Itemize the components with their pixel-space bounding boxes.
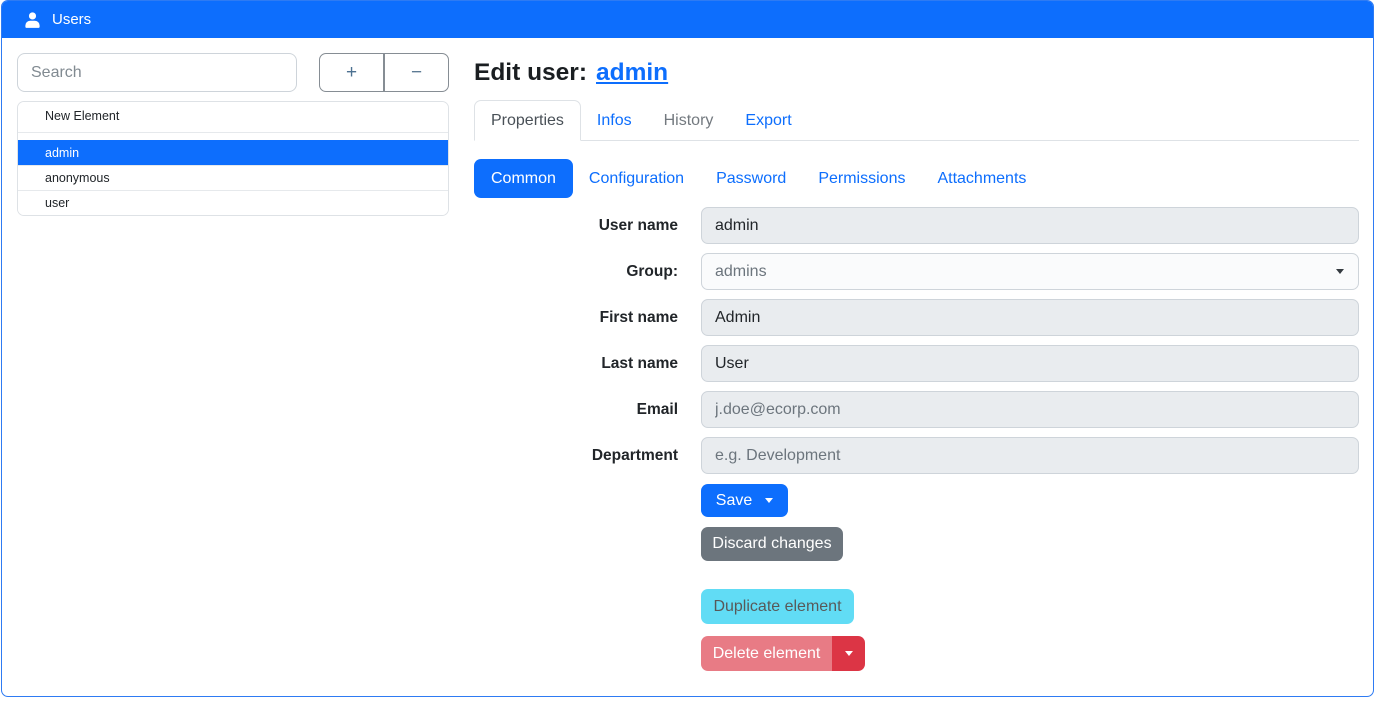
subtab-password[interactable]: Password	[700, 159, 802, 198]
list-divider	[18, 132, 448, 140]
page-title-prefix: Edit user:	[474, 59, 587, 86]
caret-down-icon	[845, 651, 853, 656]
subtab-bar: Common Configuration Password Permission…	[474, 159, 1359, 198]
firstname-label: First name	[474, 299, 678, 336]
app-card: Users + − New Element admin anonymous us…	[1, 0, 1374, 697]
list-item-user[interactable]: user	[18, 190, 448, 215]
sidebar: + − New Element admin anonymous user	[17, 53, 449, 216]
title-bar: Users	[2, 1, 1373, 38]
delete-element-button: Delete element	[701, 636, 832, 671]
subtab-attachments[interactable]: Attachments	[921, 159, 1042, 198]
tab-bar: Properties Infos History Export	[474, 100, 1359, 141]
save-button-label: Save	[716, 492, 752, 510]
edit-user-form: User name Group: admins First name Last …	[474, 207, 1359, 671]
delete-dropdown-button[interactable]	[832, 636, 865, 671]
username-label: User name	[474, 207, 678, 244]
group-label: Group:	[474, 253, 678, 290]
tab-infos[interactable]: Infos	[581, 101, 648, 140]
tab-export[interactable]: Export	[729, 101, 807, 140]
lastname-input[interactable]	[701, 345, 1359, 382]
subtab-configuration[interactable]: Configuration	[573, 159, 700, 198]
group-select-value: admins	[715, 263, 767, 281]
firstname-input[interactable]	[701, 299, 1359, 336]
discard-changes-button[interactable]: Discard changes	[701, 527, 843, 561]
page-title: Edit user: admin	[474, 56, 1359, 89]
lastname-label: Last name	[474, 345, 678, 382]
department-field[interactable]	[701, 437, 1359, 474]
group-select[interactable]: admins	[701, 253, 1359, 290]
form-row-email: Email	[474, 391, 1359, 428]
form-row-group: Group: admins	[474, 253, 1359, 290]
caret-down-icon	[765, 498, 773, 503]
email-label: Email	[474, 391, 678, 428]
user-list: New Element admin anonymous user	[17, 101, 449, 216]
list-item-anonymous[interactable]: anonymous	[18, 165, 448, 190]
save-button[interactable]: Save	[701, 484, 788, 517]
search-input[interactable]	[17, 53, 297, 92]
tab-history: History	[648, 101, 730, 140]
remove-button[interactable]: −	[384, 53, 449, 92]
edit-user-link[interactable]: admin	[596, 59, 668, 86]
tab-properties[interactable]: Properties	[474, 100, 581, 141]
subtab-common[interactable]: Common	[474, 159, 573, 198]
delete-button-group: Delete element	[701, 636, 1359, 671]
add-button[interactable]: +	[319, 53, 384, 92]
form-row-username: User name	[474, 207, 1359, 244]
email-field[interactable]	[701, 391, 1359, 428]
add-remove-button-group: + −	[319, 53, 449, 92]
username-input[interactable]	[701, 207, 1359, 244]
chevron-down-icon	[1336, 269, 1344, 274]
sidebar-toolbar: + −	[17, 53, 449, 92]
duplicate-element-button: Duplicate element	[701, 589, 854, 624]
person-icon	[23, 10, 42, 29]
form-row-lastname: Last name	[474, 345, 1359, 382]
form-row-firstname: First name	[474, 299, 1359, 336]
main-panel: Edit user: admin Properties Infos History…	[474, 56, 1359, 671]
app-title: Users	[52, 11, 91, 28]
form-row-department: Department	[474, 437, 1359, 474]
department-label: Department	[474, 437, 678, 474]
list-item-admin[interactable]: admin	[18, 140, 448, 165]
subtab-permissions[interactable]: Permissions	[802, 159, 921, 198]
list-item-new-element[interactable]: New Element	[18, 102, 448, 132]
